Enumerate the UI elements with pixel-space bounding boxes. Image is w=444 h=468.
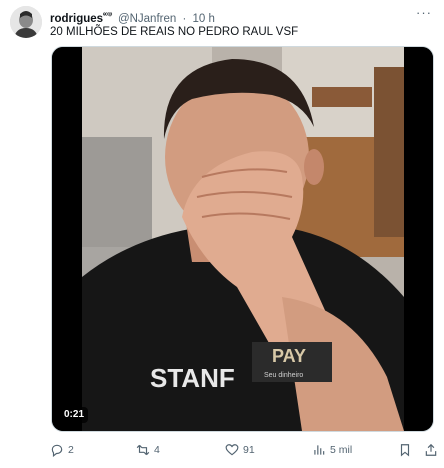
reply-count: 2 [68,444,74,456]
shirt-small-text: Seu dinheiro [264,372,303,379]
tweet-header: rodriguesᵉᶜᶜᵖ @NJanfren · 10 h [50,8,215,25]
retweet-count: 4 [154,444,160,456]
tweet-text: 20 MILHÕES DE REAIS NO PEDRO RAUL VSF [50,26,299,38]
views-bar-icon [312,443,326,457]
bookmark-icon [398,443,412,457]
shirt-text-right: PAY [272,346,306,366]
retweet-button[interactable]: 4 [136,438,160,462]
like-count: 91 [243,444,255,456]
avatar[interactable] [10,6,42,38]
more-options-button[interactable]: ··· [414,6,434,24]
share-button[interactable] [424,438,442,462]
author-name-suffix: ᵉᶜᶜᵖ [103,12,112,19]
retweet-icon [136,443,150,457]
video-frame: STANF PAY Seu dinheiro [52,47,433,431]
reply-icon [50,443,64,457]
reply-button[interactable]: 2 [50,438,74,462]
shirt-text-left: STANF [150,363,235,393]
video-duration: 0:21 [60,407,89,423]
views-count: 5 mil [330,444,353,456]
views-button[interactable]: 5 mil [312,438,352,462]
share-icon [424,443,438,457]
bookmark-button[interactable] [398,438,416,462]
action-bar: 2 4 91 5 mil [50,438,440,462]
video-player[interactable]: STANF PAY Seu dinheiro 0:21 [51,46,434,432]
like-button[interactable]: 91 [225,438,255,462]
heart-icon [225,443,239,457]
tweet[interactable]: rodriguesᵉᶜᶜᵖ @NJanfren · 10 h ··· 20 MI… [0,0,444,468]
